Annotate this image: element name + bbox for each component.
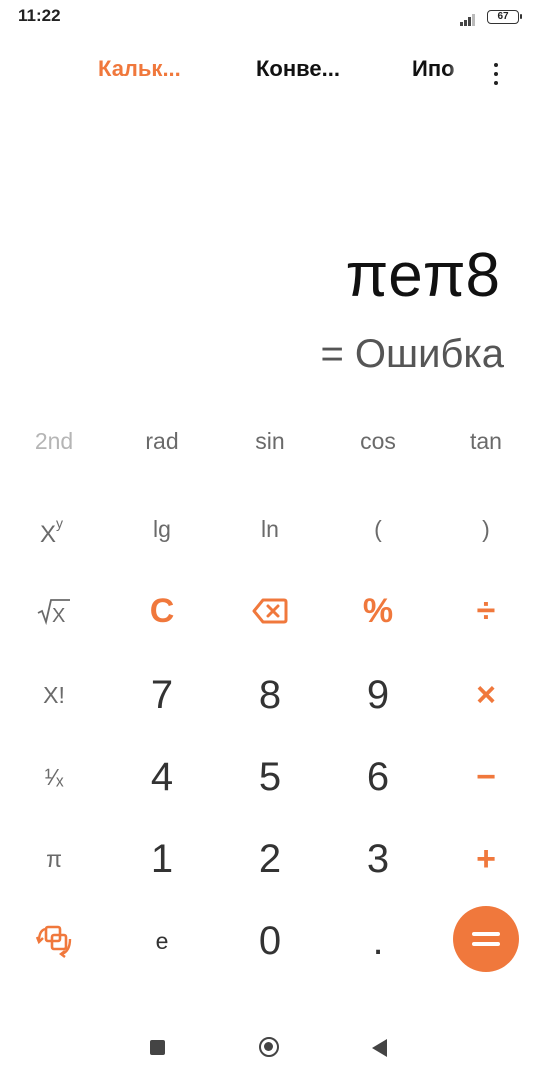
divide-button[interactable]: ÷	[432, 576, 540, 646]
status-bar: 11:22 67	[0, 0, 540, 36]
tab-calculator[interactable]: Кальк...	[98, 56, 200, 82]
mode-tabs: Кальк... Конве... Ипо	[0, 56, 540, 96]
digit-9-button[interactable]: 9	[324, 660, 432, 730]
open-paren-button[interactable]: (	[324, 494, 432, 564]
second-function-button[interactable]: 2nd	[0, 406, 108, 476]
svg-text:X: X	[40, 521, 56, 546]
cos-button[interactable]: cos	[324, 406, 432, 476]
digit-4-button[interactable]: 4	[108, 742, 216, 812]
decimal-point-button[interactable]: .	[324, 906, 432, 976]
more-menu-icon[interactable]	[488, 62, 504, 88]
multiply-button[interactable]: ×	[432, 660, 540, 730]
clear-button[interactable]: C	[108, 576, 216, 646]
factorial-button[interactable]: X!	[0, 660, 108, 730]
tab-converter[interactable]: Конве...	[256, 56, 358, 82]
sqrt-button[interactable]: X	[0, 576, 108, 646]
percent-button[interactable]: %	[324, 576, 432, 646]
svg-text:X: X	[52, 605, 65, 627]
recent-apps-icon[interactable]	[150, 1040, 165, 1055]
power-button[interactable]: X y	[0, 494, 108, 564]
equals-button[interactable]	[453, 906, 519, 972]
pi-button[interactable]: π	[0, 824, 108, 894]
sin-button[interactable]: sin	[216, 406, 324, 476]
ln-button[interactable]: ln	[216, 494, 324, 564]
back-icon[interactable]	[372, 1039, 387, 1057]
backspace-icon	[252, 598, 288, 624]
digit-5-button[interactable]: 5	[216, 742, 324, 812]
system-nav-bar	[0, 1016, 540, 1080]
svg-text:y: y	[56, 515, 63, 531]
digit-3-button[interactable]: 3	[324, 824, 432, 894]
lg-button[interactable]: lg	[108, 494, 216, 564]
digit-6-button[interactable]: 6	[324, 742, 432, 812]
tan-button[interactable]: tan	[432, 406, 540, 476]
plus-button[interactable]: +	[432, 824, 540, 894]
equals-icon-line	[472, 932, 500, 936]
result-display: = Ошибка	[320, 332, 504, 376]
home-icon[interactable]	[259, 1037, 279, 1057]
reciprocal-button[interactable]: ¹⁄ₓ	[0, 742, 108, 812]
e-button[interactable]: e	[108, 906, 216, 976]
minus-button[interactable]: −	[432, 742, 540, 812]
switch-mode-icon	[35, 925, 72, 958]
tab-mortgage[interactable]: Ипо	[412, 56, 464, 82]
mode-switch-button[interactable]	[0, 906, 108, 976]
digit-1-button[interactable]: 1	[108, 824, 216, 894]
x-power-y-icon: X y	[40, 515, 63, 546]
equals-icon-line	[472, 942, 500, 946]
digit-2-button[interactable]: 2	[216, 824, 324, 894]
close-paren-button[interactable]: )	[432, 494, 540, 564]
status-time: 11:22	[18, 6, 61, 25]
digit-8-button[interactable]: 8	[216, 660, 324, 730]
digit-7-button[interactable]: 7	[108, 660, 216, 730]
signal-icon	[460, 12, 480, 26]
digit-0-button[interactable]: 0	[216, 906, 324, 976]
expression-display: πeπ8	[345, 241, 500, 310]
backspace-button[interactable]	[216, 576, 324, 646]
battery-icon: 67	[487, 10, 522, 24]
rad-button[interactable]: rad	[108, 406, 216, 476]
square-root-icon: X	[37, 599, 70, 627]
